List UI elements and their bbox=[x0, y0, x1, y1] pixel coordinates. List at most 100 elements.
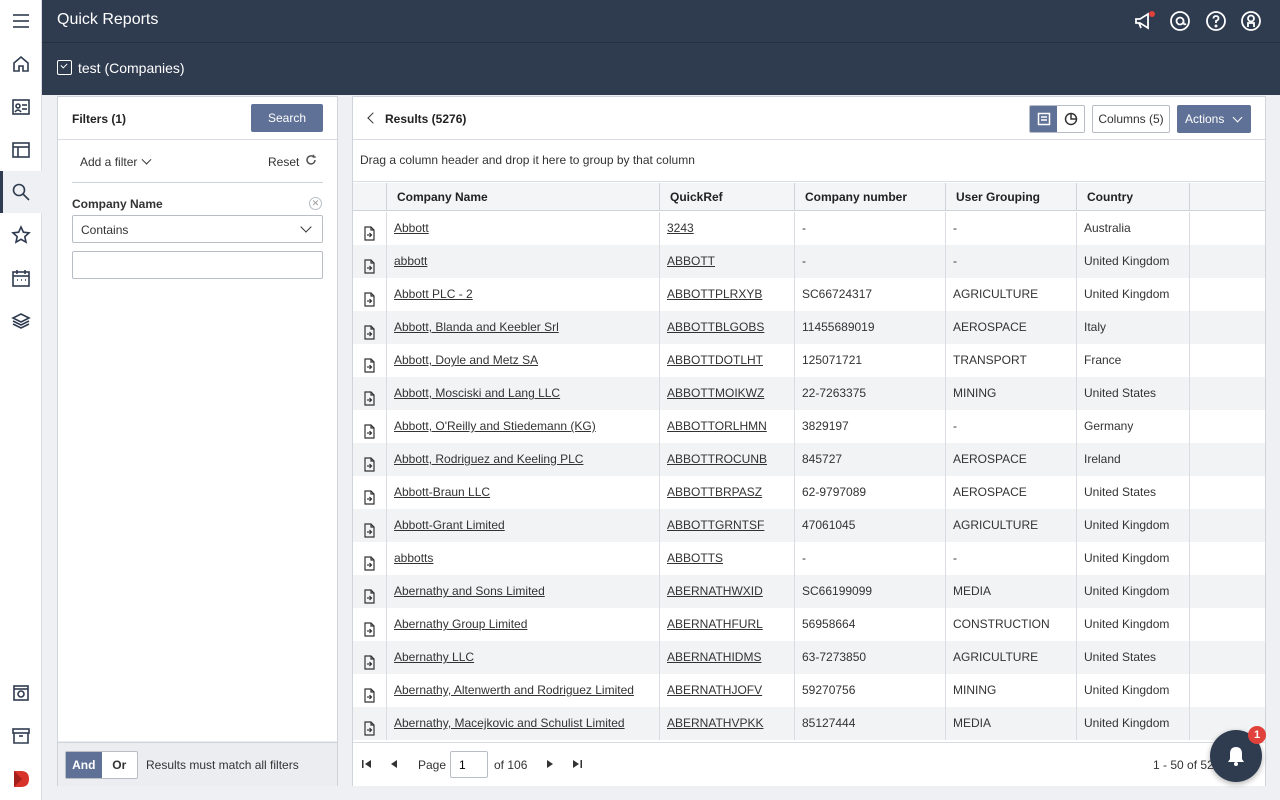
table-row[interactable]: Abernathy and Sons Limited ABERNATHWXID SC… bbox=[353, 575, 1265, 608]
table-row[interactable]: abbott ABBOTT - - United Kingdom bbox=[353, 245, 1265, 278]
cell-open-record[interactable] bbox=[353, 311, 387, 344]
table-row[interactable]: Abbott, Rodriguez and Keeling PLC ABBOTTR… bbox=[353, 443, 1265, 476]
cell-company-name[interactable]: abbott bbox=[387, 245, 660, 278]
cell-open-record[interactable] bbox=[353, 575, 387, 608]
cell-company-name-link[interactable]: Abbott, Blanda and Keebler Srl bbox=[394, 320, 559, 334]
cell-open-record[interactable] bbox=[353, 377, 387, 410]
archive-icon[interactable] bbox=[0, 715, 42, 757]
mention-at-icon[interactable] bbox=[1168, 9, 1192, 33]
cell-open-record[interactable] bbox=[353, 344, 387, 377]
cell-company-name-link[interactable]: Abbott PLC - 2 bbox=[394, 287, 473, 301]
cell-company-name[interactable]: Abbott bbox=[387, 212, 660, 245]
open-record-icon[interactable] bbox=[363, 287, 376, 307]
cell-open-record[interactable] bbox=[353, 410, 387, 443]
actions-button[interactable]: Actions bbox=[1177, 105, 1251, 133]
cell-quickref[interactable]: ABBOTTMOIKWZ bbox=[660, 377, 795, 410]
contacts-card-icon[interactable] bbox=[0, 86, 42, 128]
cell-quickref-link[interactable]: ABERNATHJOFV bbox=[667, 683, 762, 697]
settings-box-icon[interactable] bbox=[0, 672, 42, 714]
table-row[interactable]: Abbott 3243 - - Australia bbox=[353, 212, 1265, 245]
cell-company-name-link[interactable]: Abbott-Braun LLC bbox=[394, 485, 490, 499]
open-record-icon[interactable] bbox=[363, 617, 376, 637]
cell-quickref[interactable]: ABBOTTORLHMN bbox=[660, 410, 795, 443]
add-filter-dropdown[interactable]: Add a filter bbox=[80, 154, 152, 169]
cell-open-record[interactable] bbox=[353, 476, 387, 509]
cell-company-name[interactable]: Abbott-Grant Limited bbox=[387, 509, 660, 542]
cell-quickref[interactable]: ABBOTTS bbox=[660, 542, 795, 575]
refresh-icon[interactable] bbox=[305, 154, 317, 166]
user-account-icon[interactable] bbox=[1239, 9, 1263, 33]
home-icon[interactable] bbox=[0, 43, 42, 85]
cell-quickref-link[interactable]: ABBOTT bbox=[667, 254, 715, 268]
cell-company-name[interactable]: Abernathy and Sons Limited bbox=[387, 575, 660, 608]
cell-open-record[interactable] bbox=[353, 509, 387, 542]
calendar-icon[interactable] bbox=[0, 257, 42, 299]
table-row[interactable]: Abernathy, Macejkovic and Schulist Limit… bbox=[353, 707, 1265, 740]
open-record-icon[interactable] bbox=[363, 650, 376, 670]
back-chevron-icon[interactable] bbox=[367, 112, 379, 124]
header-company-name[interactable]: Company Name bbox=[387, 183, 660, 211]
cell-company-name-link[interactable]: Abernathy Group Limited bbox=[394, 617, 527, 631]
cell-quickref-link[interactable]: ABBOTTORLHMN bbox=[667, 419, 767, 433]
cell-company-name[interactable]: Abernathy, Altenwerth and Rodriguez Limi… bbox=[387, 674, 660, 707]
open-record-icon[interactable] bbox=[363, 485, 376, 505]
columns-button[interactable]: Columns (5) bbox=[1092, 105, 1170, 133]
table-layout-icon[interactable] bbox=[0, 129, 42, 171]
open-record-icon[interactable] bbox=[363, 386, 376, 406]
clear-filter-icon[interactable]: ✕ bbox=[309, 197, 322, 210]
open-record-icon[interactable] bbox=[363, 221, 376, 241]
cell-quickref[interactable]: ABBOTTPLRXYB bbox=[660, 278, 795, 311]
cell-company-name-link[interactable]: Abbott bbox=[394, 221, 429, 235]
cell-quickref[interactable]: ABERNATHJOFV bbox=[660, 674, 795, 707]
table-row[interactable]: Abbott PLC - 2 ABBOTTPLRXYB SC66724317 AGRI… bbox=[353, 278, 1265, 311]
cell-company-name[interactable]: Abernathy Group Limited bbox=[387, 608, 660, 641]
cell-company-name[interactable]: Abernathy LLC bbox=[387, 641, 660, 674]
previous-page-icon[interactable] bbox=[388, 758, 400, 770]
cell-company-name-link[interactable]: Abbott, Rodriguez and Keeling PLC bbox=[394, 452, 583, 466]
open-record-icon[interactable] bbox=[363, 683, 376, 703]
cell-quickref[interactable]: ABERNATHVPKK bbox=[660, 707, 795, 740]
cell-open-record[interactable] bbox=[353, 641, 387, 674]
cell-open-record[interactable] bbox=[353, 245, 387, 278]
open-record-icon[interactable] bbox=[363, 716, 376, 736]
page-number-input[interactable] bbox=[450, 751, 488, 778]
cell-company-name-link[interactable]: Abernathy LLC bbox=[394, 650, 474, 664]
cell-company-name[interactable]: Abbott, Doyle and Metz SA bbox=[387, 344, 660, 377]
cell-company-name[interactable]: Abbott-Braun LLC bbox=[387, 476, 660, 509]
cell-company-name[interactable]: Abbott, Rodriguez and Keeling PLC bbox=[387, 443, 660, 476]
table-row[interactable]: Abernathy LLC ABERNATHIDMS 63-7273850 AGRIC… bbox=[353, 641, 1265, 674]
open-record-icon[interactable] bbox=[363, 353, 376, 373]
cell-quickref-link[interactable]: ABBOTTDOTLHT bbox=[667, 353, 763, 367]
cell-quickref[interactable]: ABBOTT bbox=[660, 245, 795, 278]
cell-company-name[interactable]: Abbott, Blanda and Keebler Srl bbox=[387, 311, 660, 344]
open-record-icon[interactable] bbox=[363, 320, 376, 340]
open-record-icon[interactable] bbox=[363, 452, 376, 472]
table-row[interactable]: Abbott, Blanda and Keebler Srl ABBOTTBLGO… bbox=[353, 311, 1265, 344]
cell-open-record[interactable] bbox=[353, 278, 387, 311]
group-by-drop-zone[interactable]: Drag a column header and drop it here to… bbox=[353, 140, 1265, 182]
cell-quickref[interactable]: ABBOTTBRPASZ bbox=[660, 476, 795, 509]
cell-quickref-link[interactable]: ABBOTTPLRXYB bbox=[667, 287, 762, 301]
header-user-grouping[interactable]: User Grouping bbox=[946, 183, 1077, 211]
header-company-number[interactable]: Company number bbox=[795, 183, 946, 211]
cell-quickref-link[interactable]: ABERNATHFURL bbox=[667, 617, 763, 631]
first-page-icon[interactable] bbox=[361, 758, 373, 770]
cell-company-name[interactable]: abbotts bbox=[387, 542, 660, 575]
search-icon[interactable] bbox=[0, 171, 42, 213]
cell-company-name[interactable]: Abbott, Mosciski and Lang LLC bbox=[387, 377, 660, 410]
announcements-megaphone-icon[interactable] bbox=[1132, 9, 1156, 33]
reset-button[interactable]: Reset bbox=[268, 155, 299, 169]
star-icon[interactable] bbox=[0, 214, 42, 256]
open-record-icon[interactable] bbox=[363, 584, 376, 604]
cell-open-record[interactable] bbox=[353, 608, 387, 641]
layers-icon[interactable] bbox=[0, 300, 42, 342]
search-button[interactable]: Search bbox=[251, 104, 323, 132]
table-row[interactable]: Abbott-Braun LLC ABBOTTBRPASZ 62-9797089 AE… bbox=[353, 476, 1265, 509]
cell-company-name-link[interactable]: Abbott-Grant Limited bbox=[394, 518, 505, 532]
cell-quickref[interactable]: ABERNATHFURL bbox=[660, 608, 795, 641]
table-row[interactable]: Abernathy, Altenwerth and Rodriguez Limi… bbox=[353, 674, 1265, 707]
cell-open-record[interactable] bbox=[353, 707, 387, 740]
cell-quickref[interactable]: ABERNATHWXID bbox=[660, 575, 795, 608]
open-record-icon[interactable] bbox=[363, 518, 376, 538]
table-row[interactable]: Abernathy Group Limited ABERNATHFURL 56958… bbox=[353, 608, 1265, 641]
